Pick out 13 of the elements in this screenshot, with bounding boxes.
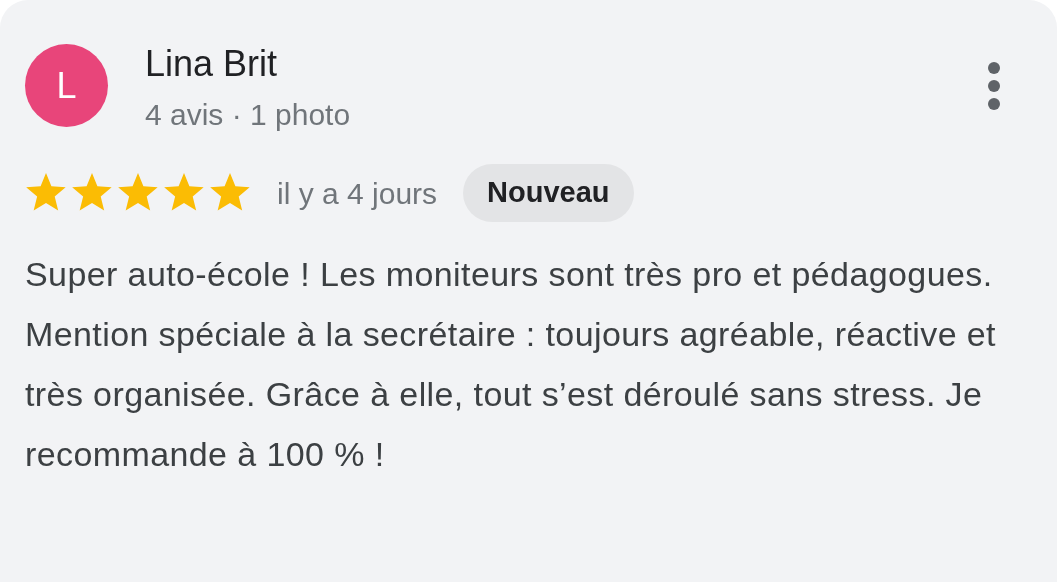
more-options-button[interactable] — [986, 62, 1002, 110]
review-text: Super auto-école ! Les moniteurs sont très pro et pédagogues. Mention spéciale à la secrétaire : toujours agréable, réactive et très organisée. Grâce à elle, tout s’est déroulé sans stress. Je recommande à 100 % ! — [25, 254, 997, 475]
star-icon — [209, 173, 251, 213]
review-time: il y a 4 jours — [277, 175, 438, 212]
star-icon — [163, 173, 205, 213]
more-options-icon — [986, 62, 1002, 110]
star-icon — [25, 173, 67, 213]
author-meta: 4 avis · 1 photo — [145, 97, 351, 133]
new-badge: Nouveau — [463, 164, 634, 222]
avatar: L — [25, 44, 108, 127]
star-icon — [71, 173, 113, 213]
author-name: Lina Brit — [145, 44, 279, 84]
star-icon — [117, 173, 159, 213]
